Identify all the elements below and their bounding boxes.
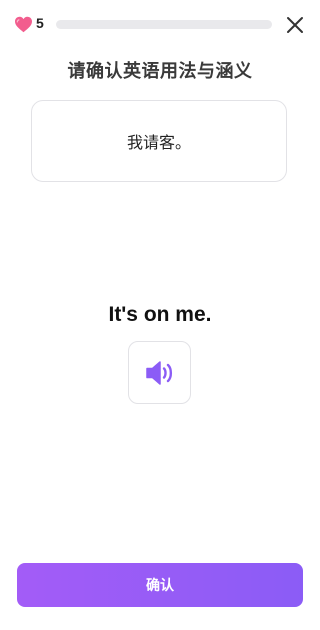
lives-count: 5 (36, 15, 44, 31)
chinese-sentence: 我请客。 (126, 133, 191, 152)
speaker-icon (145, 360, 172, 385)
question-title: 请确认英语用法与涵义 (67, 61, 253, 82)
close-icon[interactable] (285, 15, 305, 35)
lesson-progress-bar (56, 20, 272, 29)
top-bar: 5 (0, 0, 320, 48)
confirm-button[interactable]: 确认 (17, 563, 303, 607)
chinese-sentence-card: 我请客。 (31, 100, 287, 182)
english-phrase: It's on me. (108, 303, 212, 326)
play-audio-button[interactable] (128, 341, 191, 404)
heart-icon (15, 16, 32, 33)
